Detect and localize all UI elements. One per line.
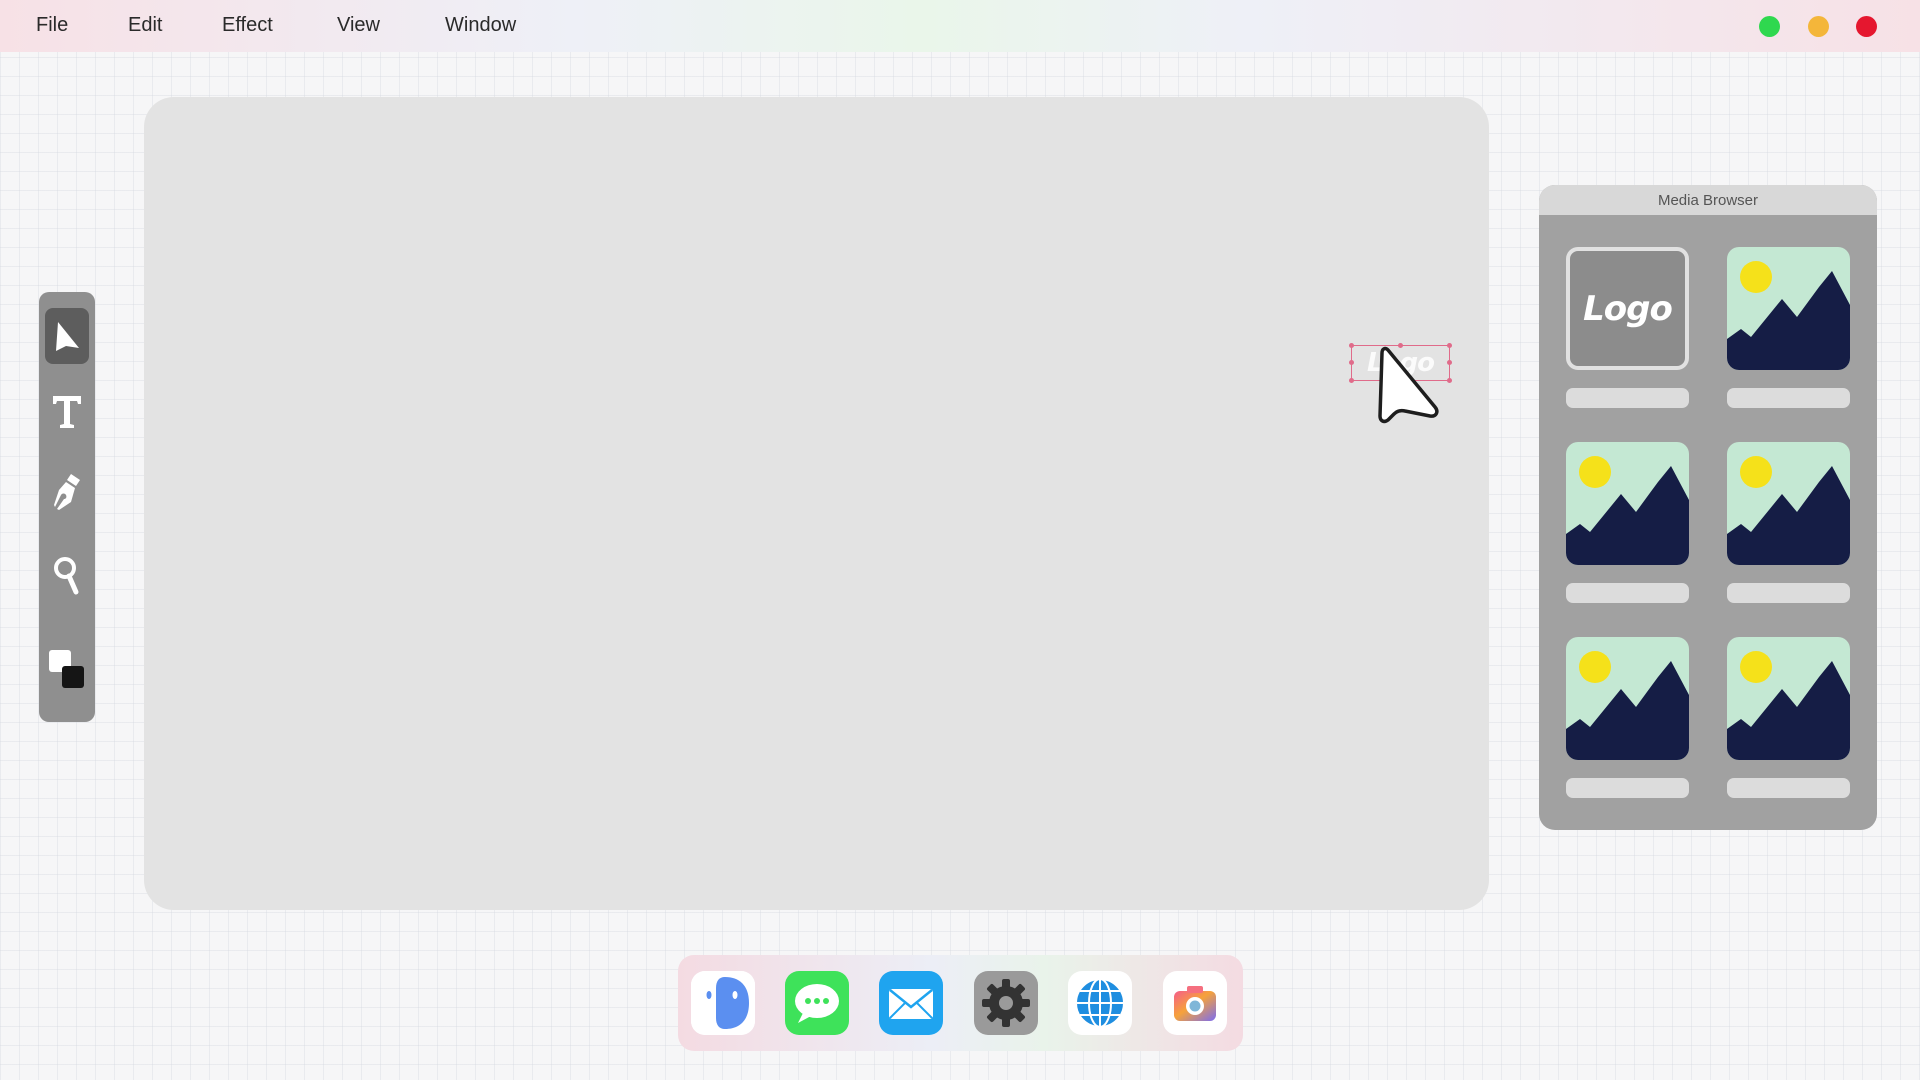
chat-bubble-icon <box>795 984 839 1023</box>
pen-tool-button[interactable] <box>45 466 89 522</box>
media-item-image[interactable] <box>1566 442 1689 565</box>
finder-face-icon <box>691 971 755 1035</box>
pointer-icon <box>56 322 79 351</box>
media-item-image[interactable] <box>1727 442 1850 565</box>
text-tool-button[interactable] <box>45 384 89 440</box>
text-icon <box>53 396 81 428</box>
media-item-caption <box>1727 388 1850 408</box>
media-item-image[interactable] <box>1727 637 1850 760</box>
minimize-button[interactable] <box>1808 16 1829 37</box>
dock-app-mail[interactable] <box>879 971 943 1035</box>
media-item-caption <box>1727 778 1850 798</box>
gear-icon <box>982 979 1030 1027</box>
app-dock <box>678 955 1243 1051</box>
resize-handle[interactable] <box>1349 360 1354 365</box>
menu-effect[interactable]: Effect <box>222 14 273 37</box>
media-item-caption <box>1566 778 1689 798</box>
maximize-button[interactable] <box>1759 16 1780 37</box>
close-button[interactable] <box>1856 16 1877 37</box>
magnifier-icon <box>54 557 79 595</box>
media-item-image[interactable] <box>1566 637 1689 760</box>
landscape-image-icon <box>1727 442 1850 565</box>
tool-palette <box>39 292 95 722</box>
resize-handle[interactable] <box>1349 343 1354 348</box>
logo-thumbnail-text: Logo <box>1583 288 1673 329</box>
menu-edit[interactable]: Edit <box>128 14 162 37</box>
media-item-caption <box>1566 583 1689 603</box>
select-tool-button[interactable] <box>45 308 89 364</box>
envelope-icon <box>889 989 933 1019</box>
dock-app-finder[interactable] <box>691 971 755 1035</box>
camera-icon <box>1174 986 1216 1021</box>
color-swatch-tool-button[interactable] <box>45 642 89 698</box>
fill-stroke-swatch-icon <box>49 650 84 688</box>
landscape-image-icon <box>1727 247 1850 370</box>
resize-handle[interactable] <box>1447 378 1452 383</box>
media-item-caption <box>1566 388 1689 408</box>
media-item-caption <box>1727 583 1850 603</box>
landscape-image-icon <box>1566 637 1689 760</box>
dock-app-settings[interactable] <box>974 971 1038 1035</box>
design-canvas[interactable] <box>144 97 1489 910</box>
menu-bar: File Edit Effect View Window <box>0 0 1920 52</box>
landscape-image-icon <box>1727 637 1850 760</box>
resize-handle[interactable] <box>1447 360 1452 365</box>
zoom-tool-button[interactable] <box>45 548 89 604</box>
media-item-logo[interactable]: Logo <box>1566 247 1689 370</box>
media-item-image[interactable] <box>1727 247 1850 370</box>
media-browser-title: Media Browser <box>1539 185 1877 215</box>
dock-app-camera[interactable] <box>1163 971 1227 1035</box>
dock-app-browser[interactable] <box>1068 971 1132 1035</box>
resize-handle[interactable] <box>1349 378 1354 383</box>
dock-app-messages[interactable] <box>785 971 849 1035</box>
menu-window[interactable]: Window <box>445 14 516 37</box>
landscape-image-icon <box>1566 442 1689 565</box>
resize-handle[interactable] <box>1447 343 1452 348</box>
globe-icon <box>1075 978 1125 1028</box>
media-browser-panel: Media Browser Logo <box>1539 185 1877 830</box>
menu-view[interactable]: View <box>337 14 380 37</box>
mouse-cursor-icon <box>1378 346 1439 424</box>
pen-nib-icon <box>54 474 80 510</box>
menu-file[interactable]: File <box>36 14 68 37</box>
